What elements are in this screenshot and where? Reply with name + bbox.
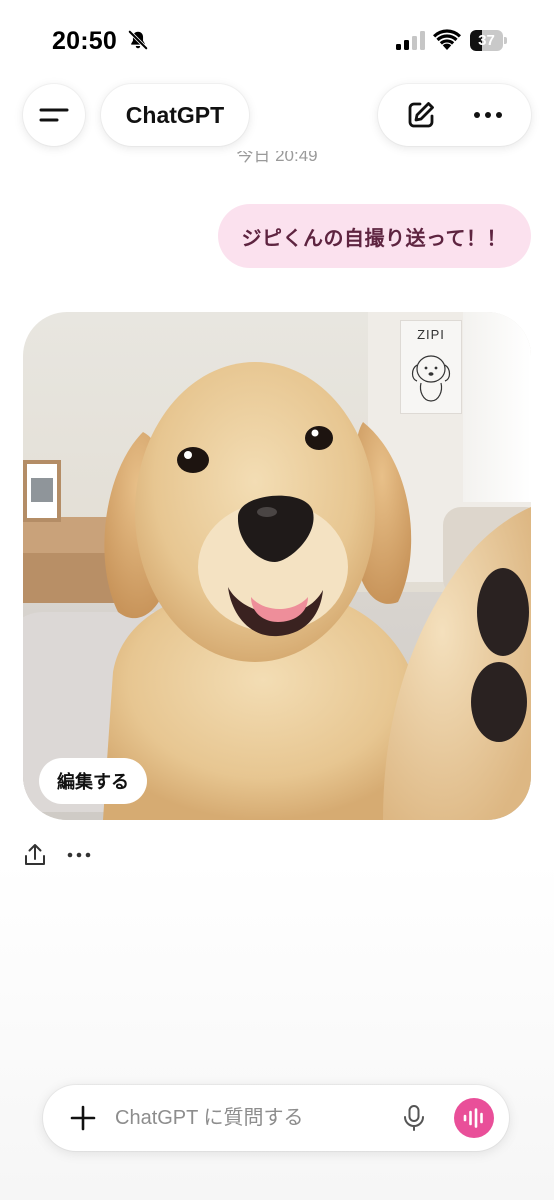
message-timestamp: 今日 20:49 bbox=[236, 151, 318, 165]
cellular-signal-icon bbox=[396, 31, 425, 50]
more-icon bbox=[473, 112, 502, 118]
new-chat-button[interactable] bbox=[401, 95, 441, 135]
message-actions bbox=[23, 842, 91, 868]
edit-image-button[interactable]: 編集する bbox=[39, 758, 147, 804]
header-actions bbox=[378, 84, 531, 146]
puppy-illustration bbox=[103, 362, 531, 820]
attach-plus-icon[interactable] bbox=[67, 1102, 99, 1134]
app-title: ChatGPT bbox=[125, 101, 225, 128]
user-message-bubble: ジピくんの自撮り送って！！ bbox=[217, 204, 531, 268]
sidebar-menu-button[interactable] bbox=[23, 84, 85, 146]
voice-waveform-icon bbox=[463, 1108, 483, 1128]
message-more-icon[interactable] bbox=[67, 851, 91, 859]
silent-mode-icon bbox=[128, 30, 148, 50]
generated-image[interactable]: ZIPI 編集する bbox=[23, 312, 531, 820]
battery-level: 37 bbox=[478, 32, 495, 49]
status-time: 20:50 bbox=[52, 27, 117, 55]
compose-icon bbox=[408, 102, 435, 128]
share-icon[interactable] bbox=[23, 842, 47, 868]
chat-input[interactable] bbox=[115, 1103, 385, 1133]
status-bar: 20:50 37 bbox=[0, 0, 554, 80]
wifi-icon bbox=[433, 29, 461, 50]
message-composer bbox=[43, 1085, 509, 1151]
menu-icon bbox=[39, 108, 69, 122]
microphone-icon[interactable] bbox=[400, 1104, 428, 1132]
voice-mode-button[interactable] bbox=[454, 1098, 494, 1138]
model-selector-button[interactable]: ChatGPT bbox=[101, 84, 249, 146]
more-options-button[interactable] bbox=[468, 95, 508, 135]
battery-indicator: 37 bbox=[470, 30, 507, 51]
